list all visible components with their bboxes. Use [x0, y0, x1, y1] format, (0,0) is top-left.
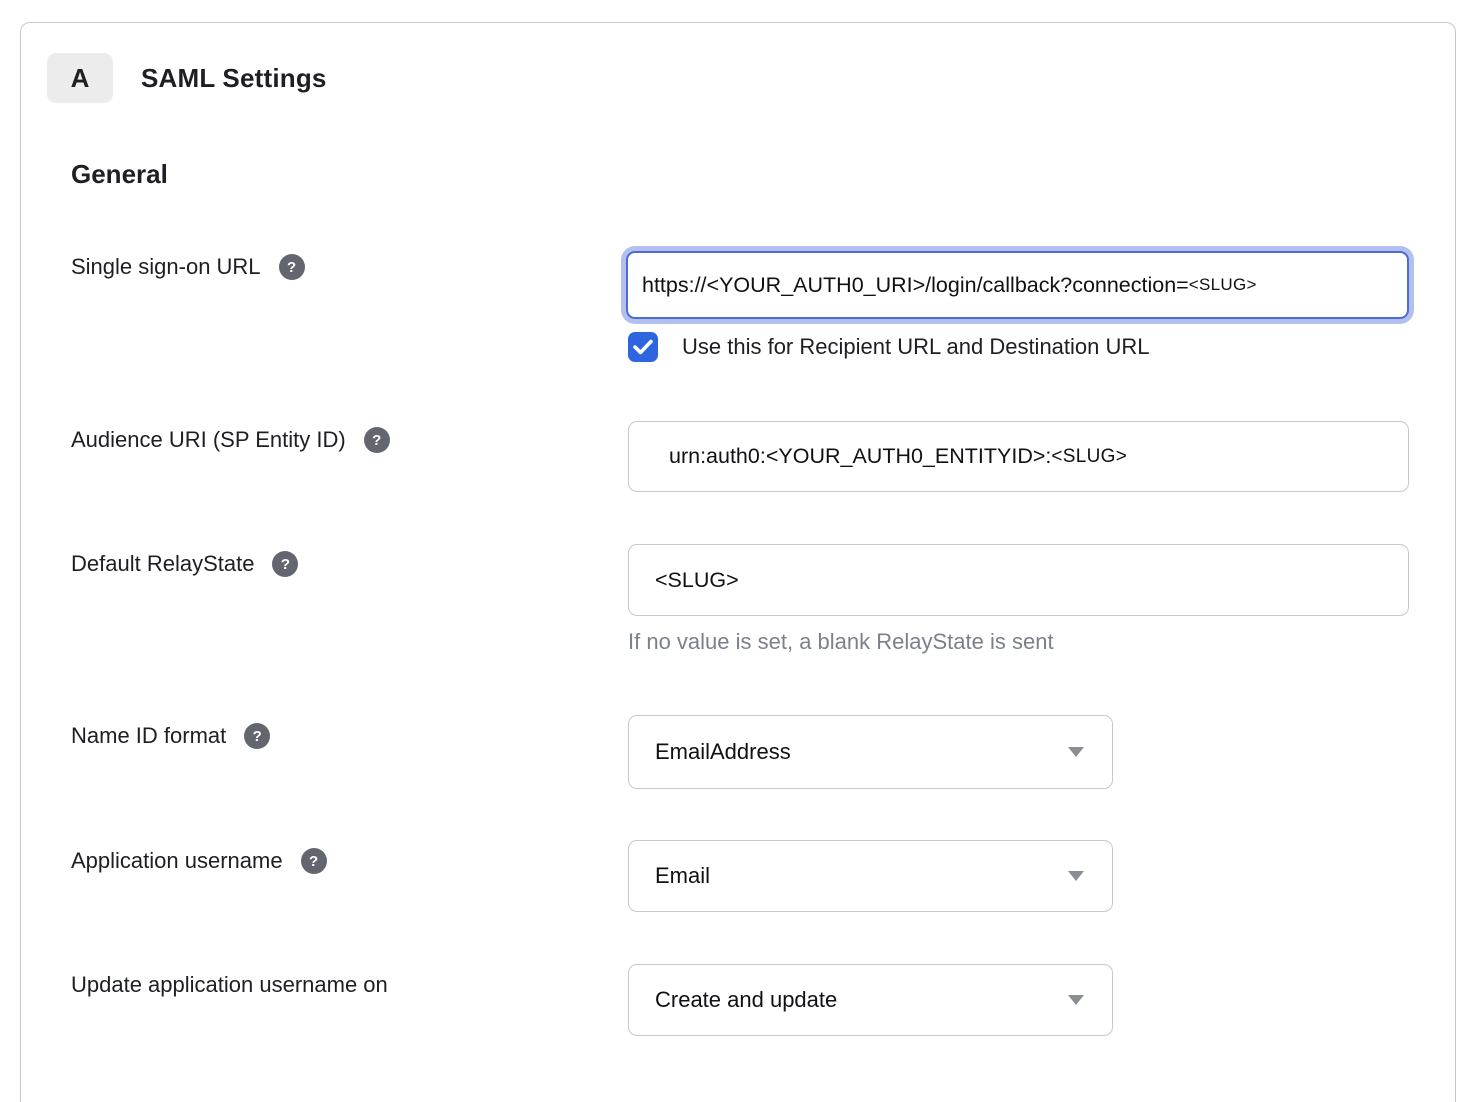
- page-title: SAML Settings: [141, 63, 327, 94]
- saml-settings-page: A SAML Settings General Single sign-on U…: [0, 0, 1462, 1102]
- name-id-format-select-value: EmailAddress: [655, 739, 1068, 765]
- app-username-select[interactable]: Email: [628, 840, 1113, 912]
- name-id-format-label: Name ID format ?: [71, 723, 270, 749]
- audience-uri-label: Audience URI (SP Entity ID) ?: [71, 427, 390, 453]
- update-app-username-select-value: Create and update: [655, 987, 1068, 1013]
- audience-uri-help-icon[interactable]: ?: [364, 427, 390, 453]
- app-username-help-icon[interactable]: ?: [301, 848, 327, 874]
- app-username-label-text: Application username: [71, 848, 283, 874]
- audience-uri-input-value: urn:auth0:<YOUR_AUTH0_ENTITYID>:: [669, 444, 1051, 469]
- sso-url-help-icon[interactable]: ?: [279, 254, 305, 280]
- sso-url-input[interactable]: https://<YOUR_AUTH0_URI>/login/callback?…: [626, 251, 1409, 319]
- relay-state-help-icon[interactable]: ?: [272, 551, 298, 577]
- name-id-format-select[interactable]: EmailAddress: [628, 715, 1113, 789]
- sso-url-label: Single sign-on URL ?: [71, 254, 305, 280]
- name-id-format-help-icon[interactable]: ?: [244, 723, 270, 749]
- audience-uri-input[interactable]: urn:auth0:<YOUR_AUTH0_ENTITYID>:<SLUG>: [628, 421, 1409, 492]
- chevron-down-icon: [1068, 747, 1084, 757]
- sso-url-input-value: https://<YOUR_AUTH0_URI>/login/callback?…: [642, 273, 1189, 298]
- recipient-url-checkbox-label: Use this for Recipient URL and Destinati…: [682, 334, 1150, 360]
- app-username-label: Application username ?: [71, 848, 327, 874]
- general-section-heading: General: [71, 159, 168, 190]
- sso-url-label-text: Single sign-on URL: [71, 254, 261, 280]
- relay-state-label-text: Default RelayState: [71, 551, 254, 577]
- section-badge-a: A: [47, 53, 113, 103]
- chevron-down-icon: [1068, 871, 1084, 881]
- relay-state-label: Default RelayState ?: [71, 551, 298, 577]
- relay-state-input-value: <SLUG>: [655, 568, 739, 593]
- saml-settings-card: A SAML Settings General Single sign-on U…: [20, 22, 1456, 1102]
- recipient-url-checkbox-row: Use this for Recipient URL and Destinati…: [628, 332, 1150, 362]
- audience-uri-label-text: Audience URI (SP Entity ID): [71, 427, 346, 453]
- audience-uri-input-slug: <SLUG>: [1051, 446, 1127, 468]
- relay-state-hint: If no value is set, a blank RelayState i…: [628, 629, 1054, 655]
- name-id-format-label-text: Name ID format: [71, 723, 226, 749]
- relay-state-input[interactable]: <SLUG>: [628, 544, 1409, 616]
- update-app-username-select[interactable]: Create and update: [628, 964, 1113, 1036]
- recipient-url-checkbox[interactable]: [628, 332, 658, 362]
- sso-url-input-slug: <SLUG>: [1189, 275, 1257, 295]
- update-app-username-label-text: Update application username on: [71, 972, 388, 998]
- update-app-username-label: Update application username on: [71, 972, 388, 998]
- chevron-down-icon: [1068, 995, 1084, 1005]
- app-username-select-value: Email: [655, 863, 1068, 889]
- checkmark-icon: [633, 339, 653, 355]
